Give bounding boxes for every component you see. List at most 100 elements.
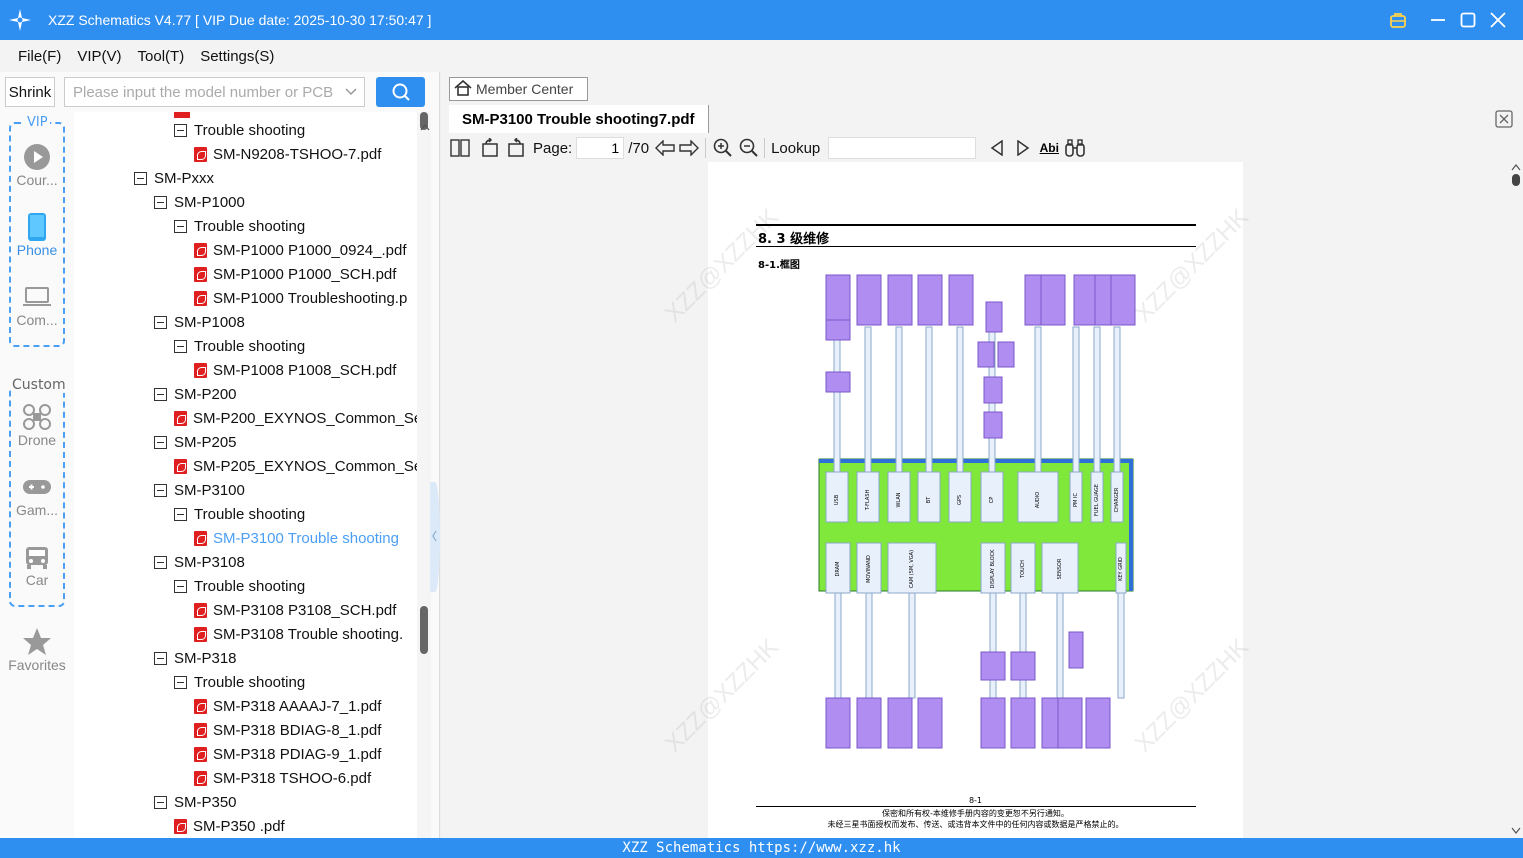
close-tab-icon[interactable]: [1495, 110, 1513, 128]
category-game[interactable]: Gam...: [0, 472, 74, 518]
find-next-icon[interactable]: [1010, 136, 1036, 160]
scrollbar-thumb[interactable]: [420, 606, 428, 654]
page-input[interactable]: 1: [576, 137, 625, 159]
tree-file-item[interactable]: SM-P3108 P3108_SCH.pdf: [194, 598, 396, 622]
collapse-box-icon[interactable]: [174, 219, 187, 233]
collapse-box-icon[interactable]: [174, 507, 187, 521]
tree-folder-item[interactable]: SM-P3100: [154, 478, 245, 502]
collapse-box-icon[interactable]: [174, 579, 187, 593]
zoom-in-icon[interactable]: [710, 136, 736, 160]
search-input[interactable]: Please input the model number or PCB: [64, 77, 365, 107]
tree-scrollbar[interactable]: [417, 112, 431, 838]
tree-file-item[interactable]: SM-P350 .pdf: [174, 814, 285, 838]
category-phone[interactable]: Phone: [0, 212, 74, 258]
collapse-box-icon[interactable]: [154, 195, 167, 209]
collapse-box-icon[interactable]: [154, 651, 167, 665]
collapse-box-icon[interactable]: [174, 339, 187, 353]
tree-item-label: SM-P200_EXYNOS_Common_Se: [193, 409, 417, 427]
rotate-right-icon[interactable]: [503, 136, 529, 160]
tree-file-item[interactable]: SM-P1000 P1000_0924_.pdf: [194, 238, 406, 262]
category-favorites[interactable]: Favorites: [0, 627, 74, 673]
tree-folder-item[interactable]: Trouble shooting: [174, 334, 305, 358]
match-case-icon[interactable]: Abi: [1036, 136, 1062, 160]
collapse-box-icon[interactable]: [154, 483, 167, 497]
tree-folder-item[interactable]: Trouble shooting: [174, 214, 305, 238]
collapse-box-icon[interactable]: [174, 123, 187, 137]
tree-folder-item[interactable]: Trouble shooting: [174, 670, 305, 694]
collapse-box-icon[interactable]: [154, 387, 167, 401]
tree-folder-item[interactable]: SM-P205: [154, 430, 237, 454]
tree-file-item[interactable]: SM-P318 AAAAJ-7_1.pdf: [194, 694, 381, 718]
tree-folder-item[interactable]: SM-P200: [154, 382, 237, 406]
tree-file-item[interactable]: SM-P3108 Trouble shooting.: [194, 622, 403, 646]
tree-item-label: SM-P1000 P1000_SCH.pdf: [213, 265, 397, 283]
tree-file-item[interactable]: SM-P1008 P1008_SCH.pdf: [194, 358, 396, 382]
menu-tool[interactable]: Tool(T): [138, 48, 185, 65]
category-course[interactable]: Cour...: [0, 142, 74, 188]
category-course-label: Cour...: [16, 172, 58, 188]
tree-item-label: Trouble shooting: [194, 505, 306, 523]
document-viewer[interactable]: XZZ@XZZHK XZZ@XZZHK XZZ@XZZHK XZZ@XZZHK …: [441, 162, 1523, 838]
shrink-button[interactable]: Shrink: [5, 77, 55, 107]
top-component: [977, 341, 995, 368]
minimize-icon[interactable]: [1423, 0, 1453, 40]
collapse-box-icon[interactable]: [174, 675, 187, 689]
tree-folder-item[interactable]: Trouble shooting: [174, 118, 305, 142]
tree-folder-item[interactable]: SM-P350: [154, 790, 237, 814]
tree-folder-item[interactable]: SM-P3108: [154, 550, 245, 574]
tree-file-item[interactable]: SM-N9208-TSHOO-7.pdf: [194, 142, 381, 166]
tree-folder-item[interactable]: SM-Pxxx: [134, 166, 214, 190]
scrollbar-thumb[interactable]: [1512, 174, 1520, 186]
tree-file-item[interactable]: SM-P200_EXYNOS_Common_Se: [174, 406, 417, 430]
binoculars-icon[interactable]: [1062, 136, 1088, 160]
scroll-up-icon[interactable]: [1511, 164, 1521, 171]
rotate-left-icon[interactable]: [477, 136, 503, 160]
find-prev-icon[interactable]: [984, 136, 1010, 160]
vip-bag-icon[interactable]: [1383, 0, 1413, 40]
lookup-input[interactable]: [828, 137, 977, 159]
viewer-scrollbar[interactable]: [1509, 162, 1523, 838]
tree-folder-item[interactable]: SM-P318: [154, 646, 237, 670]
tree-file-item[interactable]: SM-P3100 Trouble shooting: [194, 526, 399, 550]
tree-file-item[interactable]: SM-P318 TSHOO-6.pdf: [194, 766, 371, 790]
tree-file-item[interactable]: SM-P205_EXYNOS_Common_Se: [174, 454, 417, 478]
menu-file[interactable]: File(F): [18, 48, 61, 65]
search-button[interactable]: [376, 77, 425, 107]
search-row: Shrink Please input the model number or …: [0, 72, 440, 112]
tree-file-item[interactable]: SM-P1000 Troubleshooting.p: [194, 286, 407, 310]
next-page-icon[interactable]: [677, 136, 701, 160]
two-page-icon[interactable]: [449, 136, 471, 160]
collapse-box-icon[interactable]: [134, 171, 147, 185]
chevron-down-icon[interactable]: [338, 88, 364, 96]
tree-folder-item[interactable]: Trouble shooting: [174, 574, 305, 598]
document-page: XZZ@XZZHK XZZ@XZZHK XZZ@XZZHK XZZ@XZZHK …: [660, 162, 1254, 838]
maximize-icon[interactable]: [1453, 0, 1483, 40]
prev-page-icon[interactable]: [653, 136, 677, 160]
close-icon[interactable]: [1483, 0, 1513, 40]
tree-file-item[interactable]: SM-P318 PDIAG-9_1.pdf: [194, 742, 381, 766]
scroll-down-icon[interactable]: [1511, 827, 1521, 834]
tab-document[interactable]: SM-P3100 Trouble shooting7.pdf: [449, 105, 709, 133]
tree-file-item[interactable]: SM-P318 BDIAG-8_1.pdf: [194, 718, 381, 742]
tree-folder-item[interactable]: SM-P1008: [154, 310, 245, 334]
category-drone[interactable]: Drone: [0, 402, 74, 448]
top-component: [856, 274, 882, 326]
tree-item-label: SM-P318 AAAAJ-7_1.pdf: [213, 697, 382, 715]
menu-vip[interactable]: VIP(V): [77, 48, 121, 65]
tree-folder-item[interactable]: Trouble shooting: [174, 502, 305, 526]
tree-file-item[interactable]: SM-P1000 P1000_SCH.pdf: [194, 262, 396, 286]
menu-settings[interactable]: Settings(S): [200, 48, 274, 65]
pane-splitter[interactable]: [430, 482, 440, 592]
play-icon: [0, 142, 74, 172]
category-car[interactable]: Car: [0, 542, 74, 588]
collapse-box-icon[interactable]: [154, 435, 167, 449]
top-component: [1110, 274, 1136, 326]
collapse-box-icon[interactable]: [154, 795, 167, 809]
tree-folder-item[interactable]: SM-P1000: [154, 190, 245, 214]
zoom-out-icon[interactable]: [736, 136, 762, 160]
collapse-box-icon[interactable]: [154, 555, 167, 569]
collapse-box-icon[interactable]: [154, 315, 167, 329]
scroll-up-icon[interactable]: [420, 116, 430, 135]
member-center-button[interactable]: Member Center: [449, 77, 588, 101]
category-computer[interactable]: Com...: [0, 282, 74, 328]
